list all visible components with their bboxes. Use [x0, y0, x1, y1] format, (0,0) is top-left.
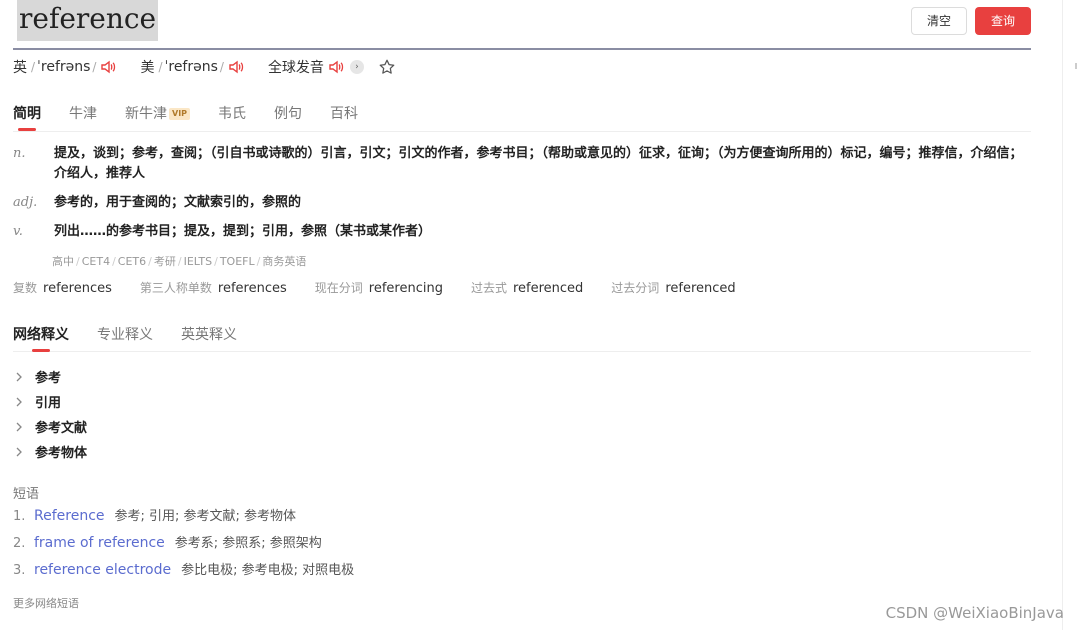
- scroll-indicator: [1075, 63, 1077, 69]
- tab-webster[interactable]: 韦氏: [218, 103, 246, 131]
- pron-uk: 英 / ˈrefrəns /: [13, 57, 116, 77]
- pron-us-label: 美: [140, 60, 155, 76]
- list-item[interactable]: 参考: [13, 364, 87, 389]
- list-item: 2. frame of reference 参考系; 参照系; 参照架构: [13, 535, 322, 551]
- part-of-speech: n.: [13, 146, 26, 161]
- search-button[interactable]: 查询: [975, 7, 1031, 35]
- phrase-link[interactable]: reference electrode: [34, 562, 171, 578]
- tab-professional-definitions[interactable]: 专业释义: [97, 324, 153, 352]
- definition-text: 参考的，用于查阅的；文献索引的，参照的: [54, 195, 302, 210]
- pron-global-label: 全球发音: [267, 60, 324, 76]
- definition-row: n. 提及，谈到；参考，查阅；（引自书或诗歌的）引言，引文；引文的作者，参考书目…: [13, 144, 1033, 184]
- web-definitions-list: 参考 引用 参考文献 参考物体: [13, 364, 87, 464]
- web-definition-tabs: 网络释义 专业释义 英英释义: [13, 324, 1031, 352]
- tab-web-definitions[interactable]: 网络释义: [13, 324, 69, 352]
- word-form-item: 复数 references: [13, 281, 112, 296]
- tab-jianming[interactable]: 简明: [13, 103, 41, 131]
- search-query[interactable]: reference: [17, 0, 159, 41]
- pron-uk-ipa: ˈrefrəns: [37, 59, 91, 75]
- speaker-icon[interactable]: [228, 59, 244, 75]
- list-item[interactable]: 引用: [13, 389, 87, 414]
- chevron-right-icon: [16, 447, 22, 456]
- definition-row: v. 列出……的参考书目；提及，提到；引用，参照（某书或某作者）: [13, 222, 1033, 242]
- list-item[interactable]: 参考物体: [13, 439, 87, 464]
- definition-text: 列出……的参考书目；提及，提到；引用，参照（某书或某作者）: [54, 224, 432, 239]
- search-bar[interactable]: reference 清空 查询: [13, 0, 1031, 50]
- exam-tags: 高中 / CET4/CET6/考研 / IELTS / TOEFL / 商务英语: [52, 255, 307, 268]
- clear-button[interactable]: 清空: [911, 7, 967, 35]
- tab-new-oxford[interactable]: 新牛津 VIP: [125, 103, 191, 131]
- chevron-right-icon[interactable]: ›: [349, 60, 364, 74]
- tab-encyclopedia[interactable]: 百科: [330, 103, 358, 131]
- pron-global: 全球发音 ›: [268, 57, 396, 77]
- word-form-item: 过去式 referenced: [470, 281, 584, 296]
- dictionary-tabs: 简明 牛津 新牛津 VIP 韦氏 例句 百科: [13, 103, 1031, 132]
- word-forms: 复数 references 第三人称单数 references 现在分词 refere…: [13, 279, 764, 296]
- definition-row: adj. 参考的，用于查阅的；文献索引的，参照的: [13, 193, 1033, 213]
- tab-english-english[interactable]: 英英释义: [181, 324, 237, 352]
- list-item[interactable]: 参考文献: [13, 414, 87, 439]
- phrase-link[interactable]: frame of reference: [34, 535, 165, 551]
- phrases-title: 短语: [13, 487, 40, 502]
- panel-divider: [1062, 0, 1063, 630]
- dictionary-page: reference 清空 查询 英 / ˈrefrəns / 美 / ˈrefr…: [0, 0, 1078, 630]
- word-form-item: 现在分词 referencing: [314, 281, 443, 296]
- tab-oxford[interactable]: 牛津: [69, 103, 97, 131]
- word-form-item: 第三人称单数 references: [139, 281, 287, 296]
- chevron-right-icon: [16, 372, 22, 381]
- vip-badge: VIP: [169, 108, 191, 120]
- pron-uk-label: 英: [13, 60, 27, 76]
- more-phrases-link[interactable]: 更多网络短语: [13, 595, 79, 611]
- definition-text: 提及，谈到；参考，查阅；（引自书或诗歌的）引言，引文；引文的作者，参考书目；（帮…: [54, 146, 1023, 181]
- list-item: 1. Reference 参考; 引用; 参考文献; 参考物体: [13, 508, 297, 524]
- star-icon[interactable]: [378, 58, 396, 76]
- pron-us: 美 / ˈrefrəns /: [140, 57, 244, 77]
- watermark: CSDN @WeiXiaoBinJava: [885, 604, 1064, 622]
- definitions-list: n. 提及，谈到；参考，查阅；（引自书或诗歌的）引言，引文；引文的作者，参考书目…: [13, 144, 1033, 251]
- chevron-right-icon: [16, 397, 22, 406]
- phrase-link[interactable]: Reference: [34, 508, 105, 524]
- tab-examples[interactable]: 例句: [274, 103, 302, 131]
- pronunciation-row: 英 / ˈrefrəns / 美 / ˈrefrəns / 全球发音 ›: [13, 57, 420, 77]
- pron-us-ipa: ˈrefrəns: [164, 59, 218, 75]
- chevron-right-icon: [16, 422, 22, 431]
- list-item: 3. reference electrode 参比电极; 参考电极; 对照电极: [13, 562, 355, 578]
- part-of-speech: adj.: [13, 195, 38, 210]
- phrases-list: 1. Reference 参考; 引用; 参考文献; 参考物体 2. frame…: [13, 505, 354, 586]
- word-form-item: 过去分词 referenced: [611, 281, 736, 296]
- part-of-speech: v.: [13, 224, 23, 239]
- speaker-icon[interactable]: [328, 59, 344, 75]
- speaker-icon[interactable]: [100, 59, 116, 75]
